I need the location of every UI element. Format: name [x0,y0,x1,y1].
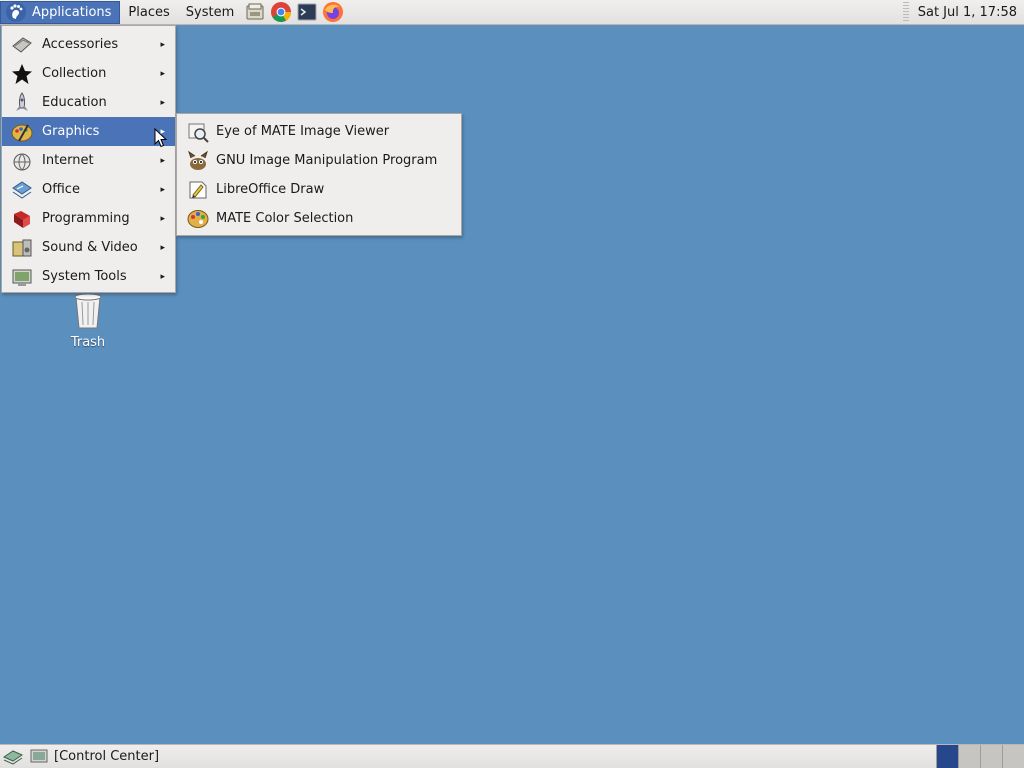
office-icon [10,178,34,202]
menu-item-label: Sound & Video [42,240,138,255]
control-center-icon [30,749,48,762]
multimedia-icon [10,236,34,260]
menu-item-mate-color-selection[interactable]: MATE Color Selection [177,204,461,233]
graphics-icon [10,120,34,144]
submenu-arrow-icon: ▸ [160,155,165,166]
menu-item-programming[interactable]: Programming ▸ [2,204,175,233]
terminal-launcher[interactable] [295,0,319,24]
submenu-arrow-icon: ▸ [160,97,165,108]
submenu-arrow-icon: ▸ [160,271,165,282]
places-menu-button[interactable]: Places [120,1,177,24]
file-manager-icon [246,3,264,20]
education-icon [10,91,34,115]
terminal-icon [297,3,317,21]
applications-menu: Accessories ▸ Collection ▸ Education ▸ G… [1,25,176,293]
menu-item-label: MATE Color Selection [216,211,354,226]
menu-item-label: Graphics [42,124,100,139]
menu-item-label: Accessories [42,37,119,52]
top-panel: Applications Places System Sat Jul 1, 17… [0,0,1024,25]
menu-item-collection[interactable]: Collection ▸ [2,59,175,88]
menu-item-label: Eye of MATE Image Viewer [216,124,390,139]
submenu-arrow-icon: ▸ [160,213,165,224]
submenu-arrow-icon: ▸ [160,184,165,195]
menu-item-graphics[interactable]: Graphics ▸ [2,117,175,146]
image-viewer-icon [186,120,210,144]
trash-icon [74,293,102,329]
taskbar-item-control-center[interactable]: [Control Center] [30,748,159,766]
workspace-1[interactable] [936,745,958,768]
star-icon [10,62,34,86]
workspace-3[interactable] [980,745,1002,768]
show-desktop-button[interactable] [1,745,25,768]
system-menu-button[interactable]: System [178,1,242,24]
menu-item-eye-of-mate[interactable]: Eye of MATE Image Viewer [177,117,461,146]
taskbar-item-label: [Control Center] [54,749,160,764]
menu-item-label: System Tools [42,269,127,284]
applications-menu-button[interactable]: Applications [0,0,121,24]
menu-item-label: Programming [42,211,130,226]
chrome-launcher[interactable] [269,0,293,24]
chrome-icon [271,2,292,22]
menu-item-label: Collection [42,66,107,81]
menu-item-internet[interactable]: Internet ▸ [2,146,175,175]
submenu-arrow-icon: ▸ [160,68,165,79]
firefox-icon [323,2,344,22]
color-palette-icon [186,207,210,231]
menu-item-system-tools[interactable]: System Tools ▸ [2,262,175,291]
menu-item-office[interactable]: Office ▸ [2,175,175,204]
workspace-2[interactable] [958,745,980,768]
panel-handle [902,2,909,22]
menu-item-label: Education [42,95,107,110]
menu-item-label: GNU Image Manipulation Program [216,153,438,168]
bottom-panel: [Control Center] [0,744,1024,768]
mouse-cursor-icon [154,128,168,148]
file-manager-launcher[interactable] [243,0,267,24]
show-desktop-icon [2,749,24,765]
mate-foot-icon [6,2,26,22]
trash-desktop-icon[interactable]: Trash [56,290,120,350]
menu-item-sound-video[interactable]: Sound & Video ▸ [2,233,175,262]
menu-item-gimp[interactable]: GNU Image Manipulation Program [177,146,461,175]
accessories-icon [10,33,34,57]
workspace-switcher [936,745,1024,768]
libreoffice-draw-icon [186,178,210,202]
menu-item-label: Office [42,182,80,197]
internet-icon [10,149,34,173]
trash-label: Trash [70,335,106,350]
programming-icon [10,207,34,231]
workspace-4[interactable] [1002,745,1024,768]
menu-item-education[interactable]: Education ▸ [2,88,175,117]
menu-item-label: Internet [42,153,94,168]
clock[interactable]: Sat Jul 1, 17:58 [918,5,1017,20]
gimp-icon [186,149,210,173]
system-tools-icon [10,265,34,289]
applications-label: Applications [32,4,112,20]
menu-item-label: LibreOffice Draw [216,182,325,197]
submenu-arrow-icon: ▸ [160,242,165,253]
menu-item-accessories[interactable]: Accessories ▸ [2,30,175,59]
graphics-submenu: Eye of MATE Image Viewer GNU Image Manip… [176,113,462,236]
submenu-arrow-icon: ▸ [160,39,165,50]
firefox-launcher[interactable] [321,0,345,24]
menu-item-libreoffice-draw[interactable]: LibreOffice Draw [177,175,461,204]
